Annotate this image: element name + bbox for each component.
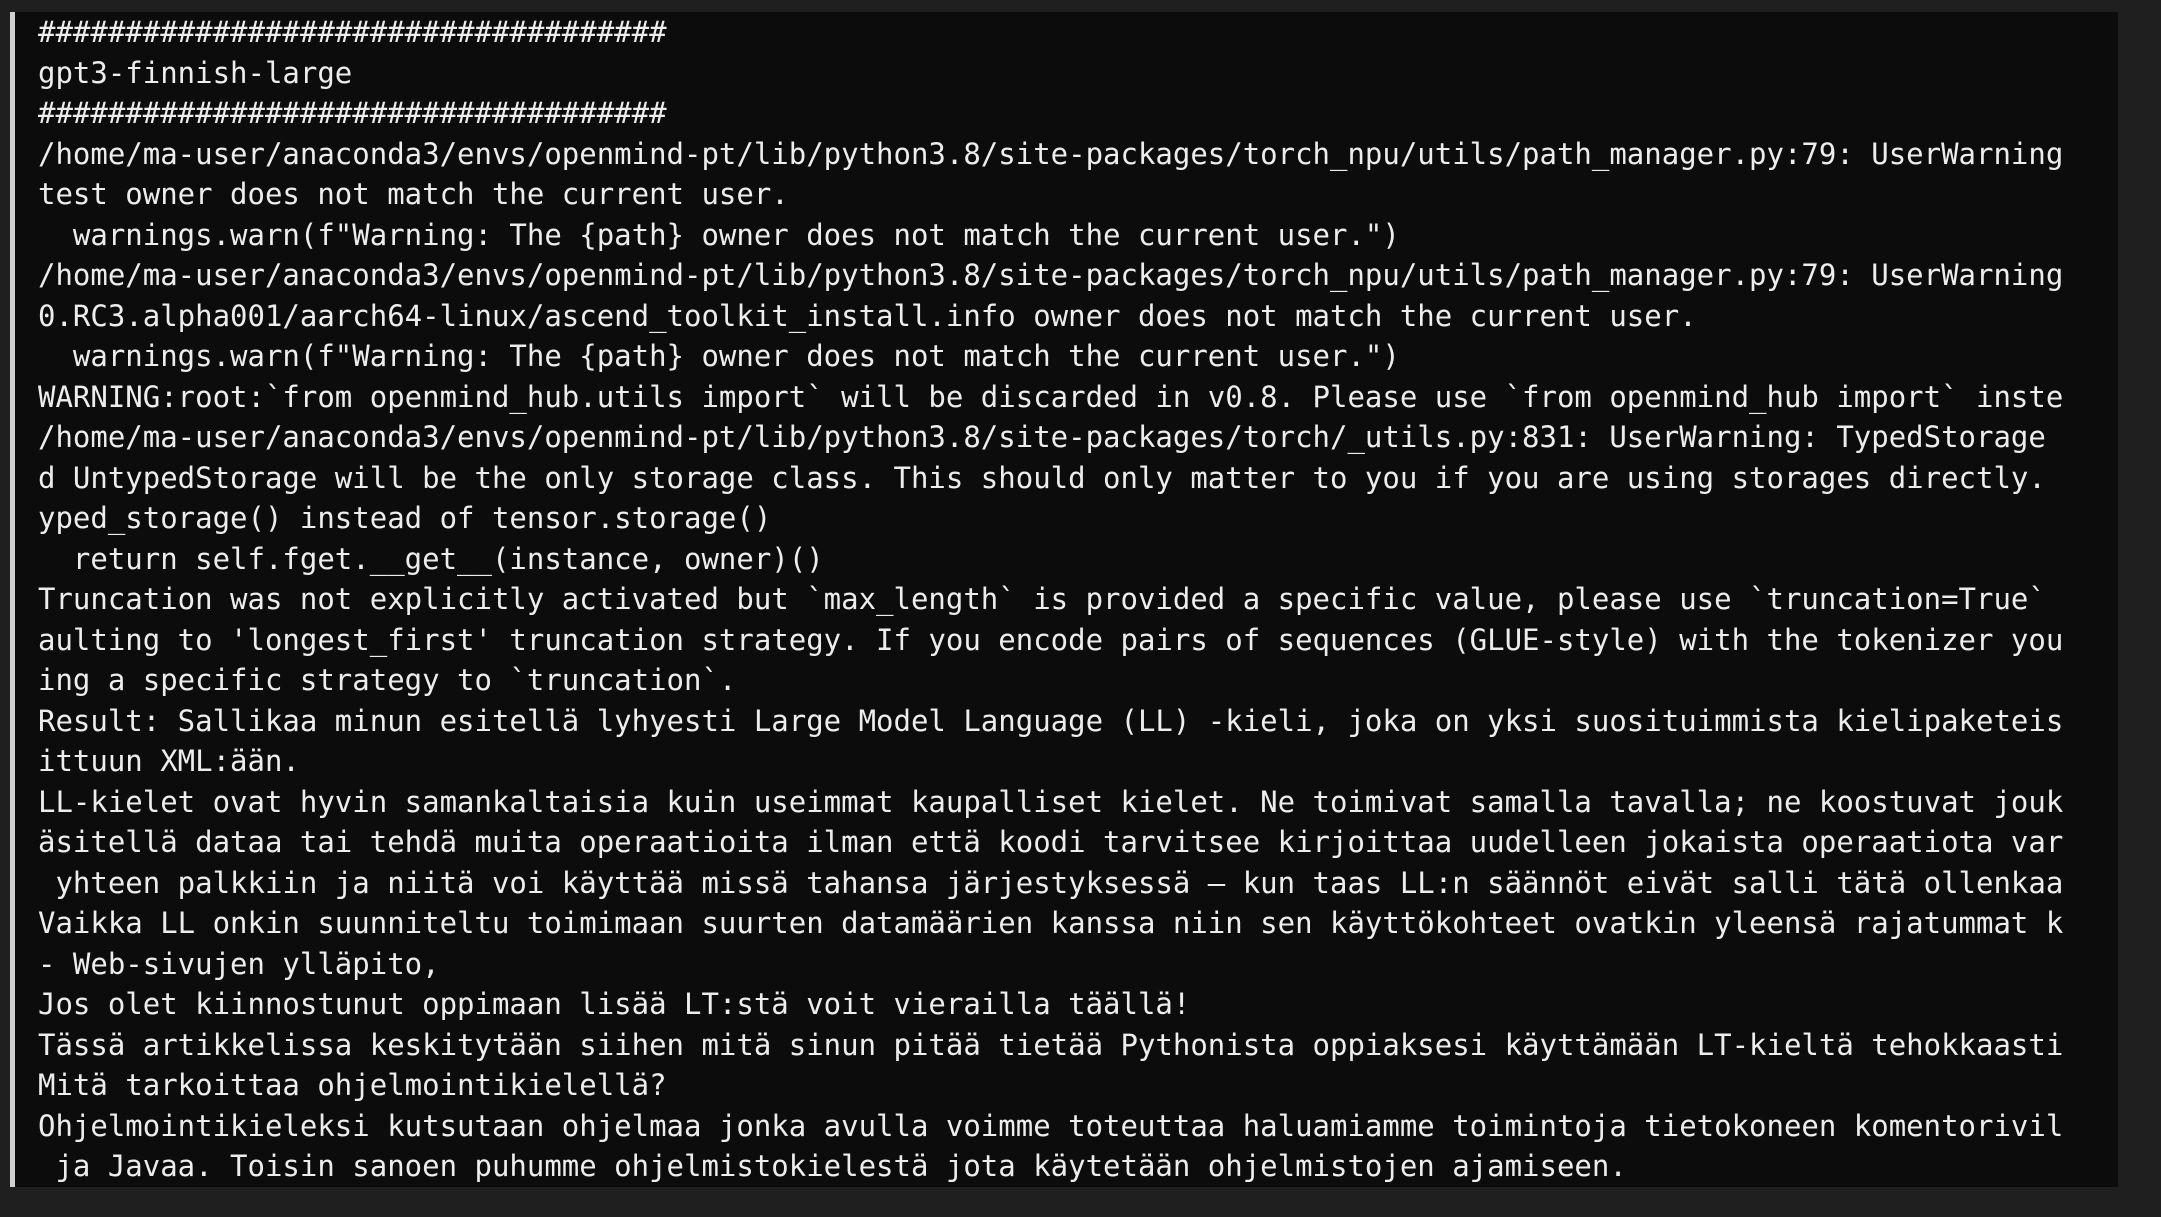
output-line: ittuun XML:ään. <box>38 744 300 778</box>
output-line: Vaikka LL onkin suunniteltu toimimaan su… <box>38 906 2064 940</box>
output-line: Tässä artikkelissa keskitytään siihen mi… <box>38 1027 2064 1062</box>
output-line: d UntypedStorage will be the only storag… <box>38 460 2046 495</box>
output-line: /home/ma-user/anaconda3/envs/openmind-pt… <box>38 258 2064 292</box>
output-line: WARNING:root:`from openmind_hub.utils im… <box>38 379 2064 414</box>
output-line: warnings.warn(f"Warning: The {path} owne… <box>38 217 1400 252</box>
output-line: 0.RC3.alpha001/aarch64-linux/ascend_tool… <box>38 298 1697 333</box>
output-line: Ohjelmointikieleksi kutsutaan ohjelmaa j… <box>38 1108 2064 1143</box>
output-line: gpt3-finnish-large <box>38 55 353 90</box>
terminal-left-border <box>10 12 15 1187</box>
output-line: warnings.warn(f"Warning: The {path} owne… <box>38 339 1400 373</box>
output-line: yhteen palkkiin ja niitä voi käyttää mis… <box>38 865 2064 900</box>
output-line: äsitellä dataa tai tehdä muita operaatio… <box>38 825 2064 859</box>
output-line: return self.fget.__get__(instance, owner… <box>38 541 824 576</box>
terminal-window[interactable]: #################################### gpt… <box>10 12 2118 1187</box>
output-line: aulting to 'longest_first' truncation st… <box>38 622 2064 657</box>
output-line: LL-kielet ovat hyvin samankaltaisia kuin… <box>38 784 2064 819</box>
output-line: /home/ma-user/anaconda3/envs/openmind-pt… <box>38 136 2064 171</box>
outer-background-bottom <box>0 1187 2161 1217</box>
output-line: #################################### <box>38 15 667 49</box>
output-line: ing a specific strategy to `truncation`. <box>38 663 737 697</box>
output-line: /home/ma-user/anaconda3/envs/openmind-pt… <box>38 420 2046 454</box>
output-line: test owner does not match the current us… <box>38 177 789 211</box>
terminal-output[interactable]: #################################### gpt… <box>38 12 2118 1187</box>
output-line: Jos olet kiinnostunut oppimaan lisää LT:… <box>38 987 1191 1021</box>
output-line: Mitä tarkoittaa ohjelmointikielellä? <box>38 1068 667 1102</box>
outer-background-right <box>2118 0 2161 1217</box>
output-line: ja Javaa. Toisin sanoen puhumme ohjelmis… <box>38 1149 1627 1183</box>
output-line: yped_storage() instead of tensor.storage… <box>38 501 772 535</box>
output-line: Result: Sallikaa minun esitellä lyhyesti… <box>38 703 2064 738</box>
output-line: Truncation was not explicitly activated … <box>38 582 2046 616</box>
output-line: - Web-sivujen ylläpito, <box>38 946 440 981</box>
output-line: #################################### <box>38 96 667 130</box>
